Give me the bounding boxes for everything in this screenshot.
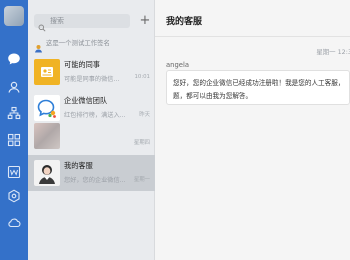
message-sender: angela [166,61,190,69]
colleague-avatar-icon [34,59,60,85]
conversation-name: 企业微信团队 [64,96,108,105]
conversation-item-selected[interactable]: 我的客服 您好，您的企业微信... 星期一 [28,155,155,191]
blurred-avatar-icon [34,123,60,149]
support-agent-avatar-icon [34,160,60,186]
conversation-list: + 这是一个测试工作签名 可能的同事 可能是同事的微信... 10:01 企业微… [28,0,155,260]
message-text-line: 题，都可以由我为您解答。 [173,92,253,100]
header-divider [155,36,350,37]
add-button[interactable]: + [139,14,151,28]
org-icon[interactable] [7,106,21,120]
user-avatar[interactable] [4,6,24,26]
conversation-snippet: 您好，您的企业微信... [64,177,126,184]
team-member-icon [34,38,43,53]
conversation-time: 星期四 [133,140,150,146]
workbench-icon[interactable] [7,165,21,179]
message-bubble[interactable]: 您好，您的企业微信已经成功注册啦！我是您的人工客服， 题，都可以由我为您解答。 [166,70,350,105]
conversation-time: 昨天 [139,112,150,118]
message-text-line: 您好，您的企业微信已经成功注册啦！我是您的人工客服， [173,79,345,87]
chat-title: 我的客服 [166,17,203,27]
message-icon[interactable] [7,52,21,66]
search-input[interactable] [50,14,126,28]
conversation-item[interactable]: 可能的同事 可能是同事的微信... 10:01 [28,54,155,90]
apps-icon[interactable] [7,133,21,147]
team-notice[interactable]: 这是一个测试工作签名 [34,37,152,53]
conversation-snippet: 可能是同事的微信... [64,76,120,83]
chat-panel: 我的客服 星期一 12:38 angela 您好，您的企业微信已经成功注册啦！我… [155,0,350,260]
left-rail [0,0,28,260]
contacts-icon[interactable] [7,80,21,94]
conversation-name: 可能的同事 [64,60,100,69]
message-timestamp: 星期一 12:38 [316,48,350,56]
settings-hex-icon[interactable] [7,189,21,203]
conversation-name: 我的客服 [64,161,93,170]
conversation-item[interactable]: 星期四 [28,118,155,154]
cloud-icon[interactable] [7,215,21,229]
search-box[interactable] [34,14,130,32]
search-icon [38,17,46,32]
conversation-time: 10:01 [134,74,150,80]
conversation-time: 星期一 [133,177,150,183]
team-notice-text: 这是一个测试工作签名 [46,39,110,47]
